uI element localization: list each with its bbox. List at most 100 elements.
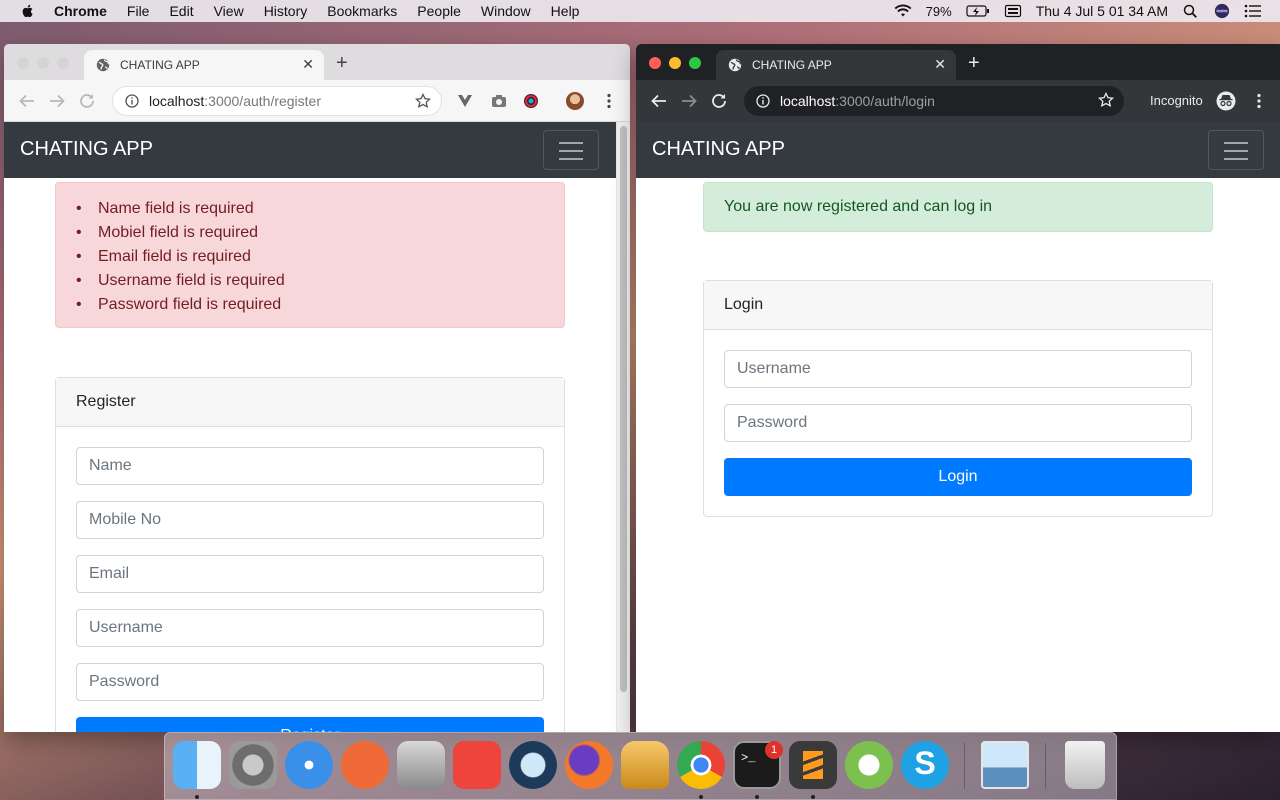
quicktime-icon[interactable] (509, 741, 557, 789)
scrollbar-thumb[interactable] (620, 126, 627, 692)
browser-window-register: CHATING APP ✕ + localhost:3000/auth/regi… (4, 44, 630, 732)
new-tab-button[interactable]: + (968, 53, 980, 73)
skype-icon[interactable]: S (901, 741, 949, 789)
browser-tab[interactable]: CHATING APP ✕ (84, 50, 324, 80)
android-studio-icon[interactable] (845, 741, 893, 789)
close-window-button[interactable] (17, 57, 29, 69)
hamburger-line-icon (559, 150, 583, 152)
chrome-menu-icon[interactable] (600, 92, 618, 110)
back-arrow-icon[interactable] (18, 92, 36, 110)
finder-icon[interactable] (173, 741, 221, 789)
navbar: CHATING APP (636, 122, 1280, 178)
bookmark-star-icon[interactable] (1098, 92, 1114, 108)
info-icon[interactable] (756, 94, 770, 108)
trash-icon[interactable] (1065, 741, 1105, 789)
error-list: Name field is required Mobiel field is r… (56, 183, 564, 317)
bookmark-star-icon[interactable] (415, 93, 431, 109)
navbar-toggler-button[interactable] (1208, 130, 1264, 170)
reload-icon[interactable] (78, 92, 96, 110)
info-icon[interactable] (125, 94, 139, 108)
running-indicator (811, 795, 815, 799)
macos-dock: >_ 1 S (164, 732, 1117, 800)
sublime-text-icon[interactable] (789, 741, 837, 789)
color-picker-extension-icon[interactable] (522, 92, 540, 110)
postman-icon[interactable] (341, 741, 389, 789)
page-scrollbar[interactable] (616, 122, 630, 732)
spotlight-search-icon[interactable] (1182, 4, 1200, 18)
preview-icon[interactable] (981, 741, 1029, 789)
login-button[interactable]: Login (724, 458, 1192, 496)
menu-history[interactable]: History (264, 3, 308, 19)
vuejs-devtools-extension-icon[interactable] (456, 92, 474, 110)
close-tab-icon[interactable]: ✕ (302, 57, 314, 71)
new-tab-button[interactable]: + (336, 53, 348, 73)
siri-icon[interactable] (1214, 3, 1230, 19)
menu-window[interactable]: Window (481, 3, 531, 19)
error-item: Email field is required (56, 245, 564, 269)
navbar-brand[interactable]: CHATING APP (20, 138, 153, 161)
input-keyboard-icon[interactable] (1004, 4, 1022, 18)
running-indicator (195, 795, 199, 799)
navbar: CHATING APP (4, 122, 616, 178)
incognito-icon[interactable] (1216, 91, 1236, 111)
minimize-window-button[interactable] (669, 57, 681, 69)
browser-tab[interactable]: CHATING APP ✕ (716, 50, 956, 80)
incognito-label[interactable]: Incognito (1150, 93, 1203, 108)
globe-icon (96, 58, 110, 72)
address-bar[interactable]: localhost:3000/auth/register (112, 86, 442, 116)
dock-separator (1045, 743, 1046, 789)
username-input[interactable] (724, 350, 1192, 388)
minimize-window-button[interactable] (37, 57, 49, 69)
menu-file[interactable]: File (127, 3, 150, 19)
username-input[interactable] (76, 609, 544, 647)
password-input[interactable] (724, 404, 1192, 442)
firefox-icon[interactable] (565, 741, 613, 789)
terminal-icon[interactable]: >_ 1 (733, 741, 783, 789)
macos-menu-bar: Chrome File Edit View History Bookmarks … (0, 0, 1280, 22)
password-input[interactable] (76, 663, 544, 701)
safari-icon[interactable] (285, 741, 333, 789)
menu-help[interactable]: Help (551, 3, 580, 19)
hamburger-line-icon (559, 158, 583, 160)
disk-utility-icon[interactable] (397, 741, 445, 789)
forward-arrow-icon[interactable] (680, 92, 698, 110)
reload-icon[interactable] (710, 92, 728, 110)
navbar-toggler-button[interactable] (543, 130, 599, 170)
terminal-prompt-icon: >_ (741, 751, 756, 765)
menubar-clock[interactable]: Thu 4 Jul 5 01 34 AM (1036, 3, 1168, 19)
close-tab-icon[interactable]: ✕ (934, 57, 946, 71)
chrome-icon[interactable] (677, 741, 725, 789)
notification-center-icon[interactable] (1244, 4, 1262, 18)
chrome-menu-icon[interactable] (1250, 92, 1268, 110)
menu-view[interactable]: View (214, 3, 244, 19)
running-indicator (699, 795, 703, 799)
camera-extension-icon[interactable] (490, 92, 508, 110)
dock-separator (964, 743, 965, 789)
globe-icon (728, 58, 742, 72)
register-button[interactable]: Register (76, 717, 544, 732)
menu-edit[interactable]: Edit (169, 3, 193, 19)
mobile-input[interactable] (76, 501, 544, 539)
apple-menu-icon[interactable] (20, 3, 36, 19)
zoom-window-button[interactable] (689, 57, 701, 69)
anydesk-icon[interactable] (453, 741, 501, 789)
name-input[interactable] (76, 447, 544, 485)
back-arrow-icon[interactable] (650, 92, 668, 110)
sequel-pro-icon[interactable] (621, 741, 669, 789)
login-card-header: Login (704, 281, 1212, 330)
navbar-brand[interactable]: CHATING APP (652, 138, 785, 161)
error-item: Mobiel field is required (56, 221, 564, 245)
wifi-icon[interactable] (894, 4, 912, 18)
menu-people[interactable]: People (417, 3, 461, 19)
forward-arrow-icon[interactable] (48, 92, 66, 110)
system-preferences-icon[interactable] (229, 741, 277, 789)
zoom-window-button[interactable] (57, 57, 69, 69)
battery-charging-icon[interactable] (966, 4, 990, 18)
close-window-button[interactable] (649, 57, 661, 69)
menu-bookmarks[interactable]: Bookmarks (327, 3, 397, 19)
browser-toolbar: localhost:3000/auth/login Incognito (636, 80, 1280, 122)
menu-app-name[interactable]: Chrome (54, 3, 107, 19)
address-bar[interactable]: localhost:3000/auth/login (744, 86, 1124, 116)
email-input[interactable] (76, 555, 544, 593)
profile-avatar[interactable] (566, 92, 584, 110)
